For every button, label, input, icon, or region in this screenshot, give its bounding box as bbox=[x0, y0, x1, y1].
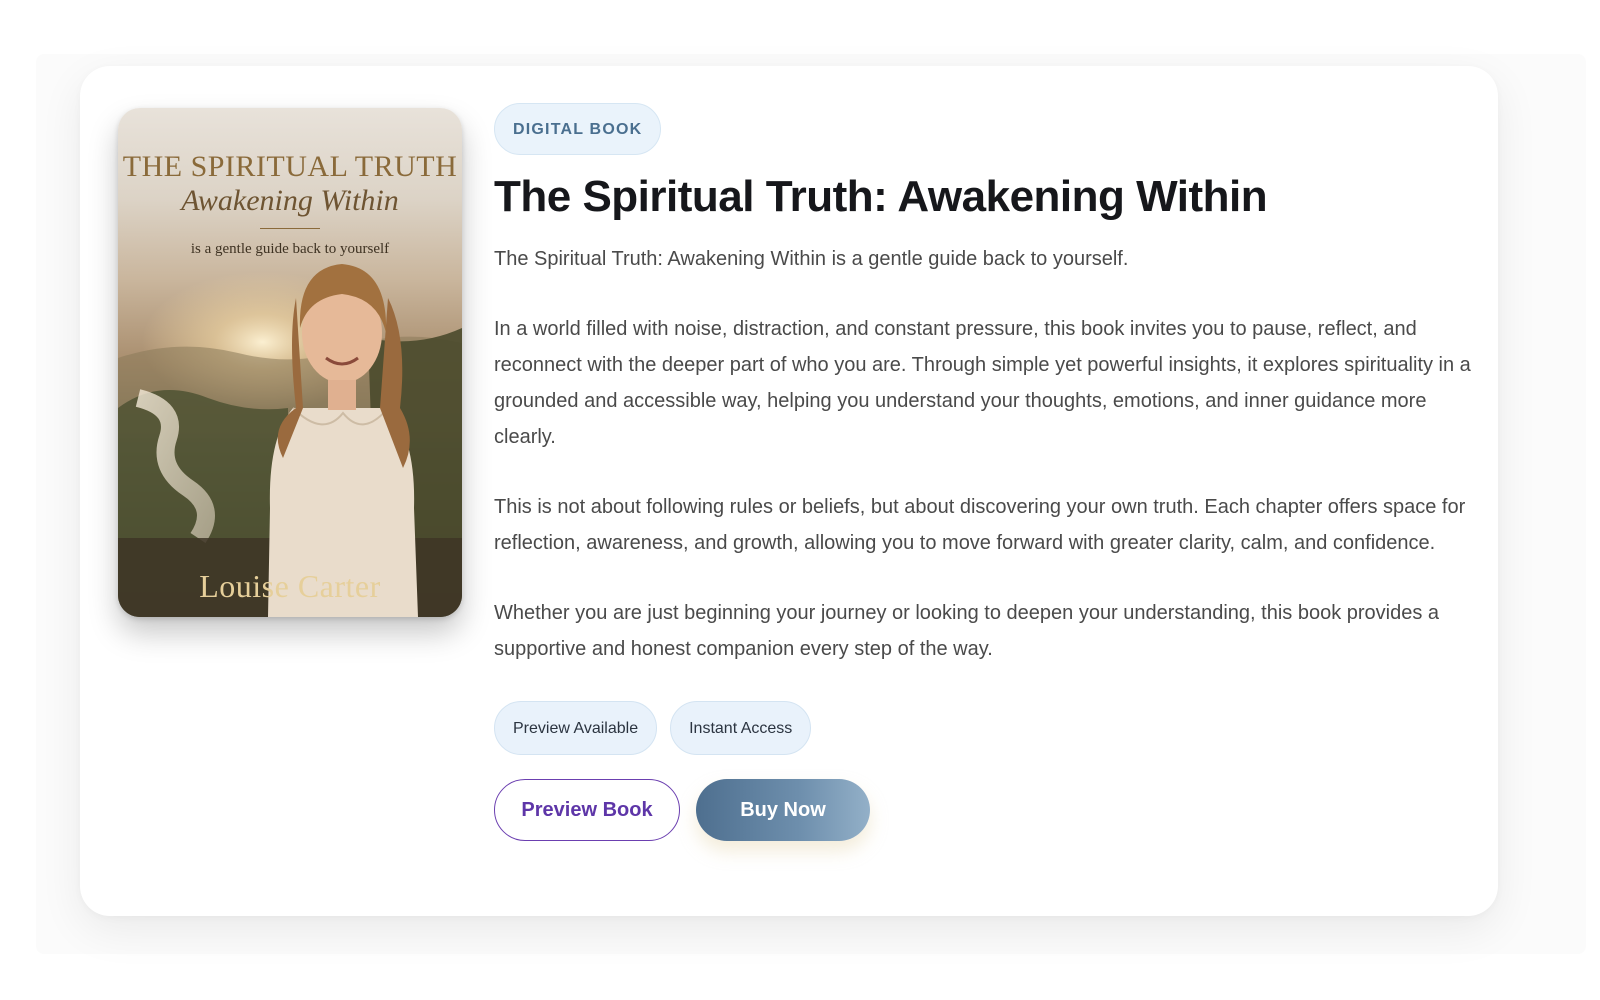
feature-tag-preview-available: Preview Available bbox=[494, 701, 658, 756]
product-type-badge: DIGITAL BOOK bbox=[494, 103, 662, 155]
page: THE SPIRITUAL TRUTH Awakening Within is … bbox=[0, 0, 1600, 1000]
description-paragraph: This is not about following rules or bel… bbox=[494, 496, 1466, 555]
feature-tag-instant-access: Instant Access bbox=[670, 701, 812, 756]
preview-book-button[interactable]: Preview Book bbox=[494, 779, 680, 842]
cover-title: THE SPIRITUAL TRUTH bbox=[122, 150, 458, 183]
action-buttons: Preview Book Buy Now bbox=[494, 779, 1474, 842]
cover-author: Louise Carter bbox=[199, 568, 381, 604]
description-paragraph: Whether you are just beginning your jour… bbox=[494, 602, 1440, 661]
cover-tagline: is a gentle guide back to yourself bbox=[190, 241, 390, 257]
cover-subtitle: Awakening Within bbox=[181, 184, 399, 217]
feature-tags: Preview Available Instant Access bbox=[494, 701, 1474, 756]
description-paragraph: In a world filled with noise, distractio… bbox=[494, 318, 1471, 449]
book-cover-image: THE SPIRITUAL TRUTH Awakening Within is … bbox=[118, 108, 462, 617]
product-description: The Spiritual Truth: Awakening Within is… bbox=[494, 241, 1474, 667]
buy-now-button[interactable]: Buy Now bbox=[696, 779, 870, 842]
product-details: DIGITAL BOOK The Spiritual Truth: Awaken… bbox=[494, 103, 1474, 842]
description-paragraph: The Spiritual Truth: Awakening Within is… bbox=[494, 248, 1129, 271]
product-title: The Spiritual Truth: Awakening Within bbox=[494, 172, 1268, 221]
cover-divider bbox=[260, 228, 320, 229]
